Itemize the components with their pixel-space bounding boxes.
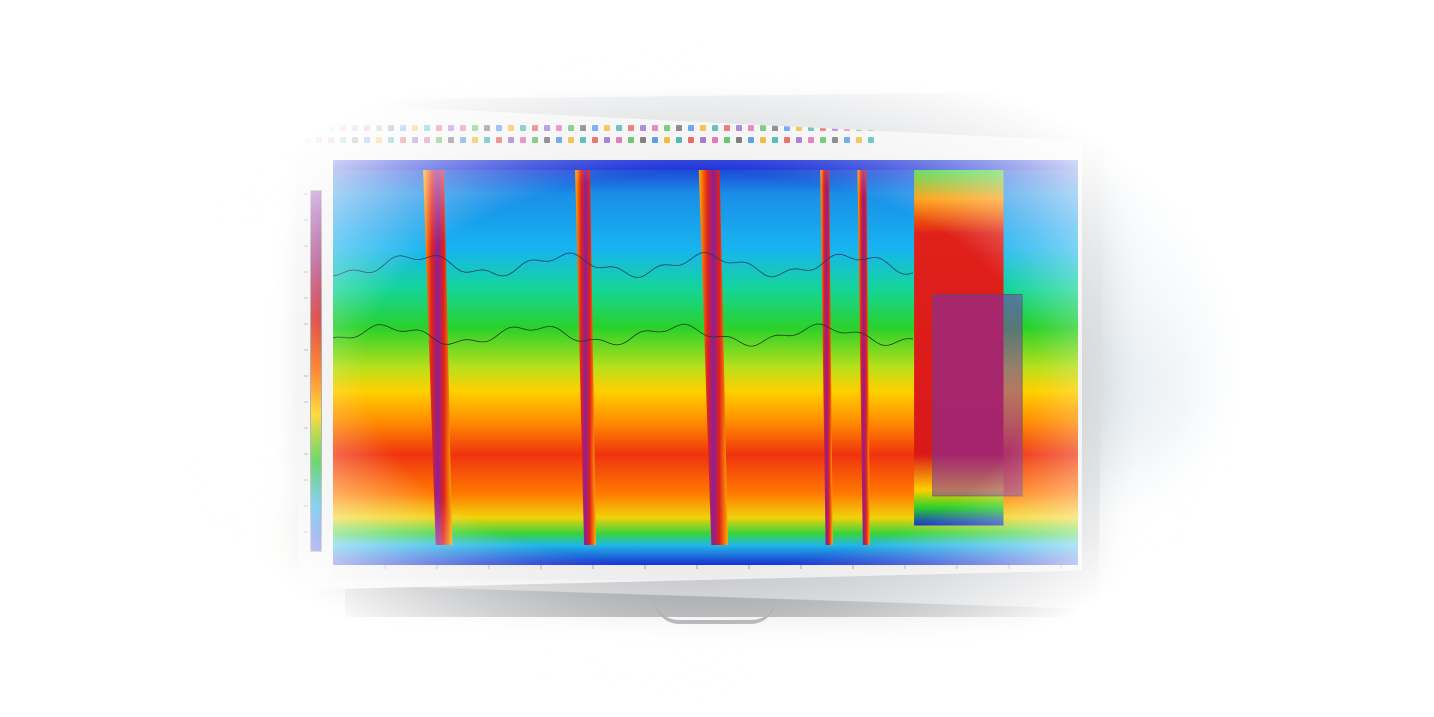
toolbar-button-icon[interactable] [760,125,766,131]
toolbar-button-icon[interactable] [688,137,694,143]
toolbar-button-icon[interactable] [712,125,718,131]
toolbar-button-icon[interactable] [412,137,418,143]
toolbar-button-icon[interactable] [328,137,334,143]
toolbar-button-icon[interactable] [376,125,382,131]
toolbar-button-icon[interactable] [700,137,706,143]
toolbar-labels [298,144,1082,152]
y-axis [304,193,308,533]
toolbar-button-icon[interactable] [400,137,406,143]
toolbar-button-icon[interactable] [640,137,646,143]
toolbar-button-icon[interactable] [364,125,370,131]
toolbar-button-icon[interactable] [352,137,358,143]
toolbar-button-icon[interactable] [556,125,562,131]
toolbar-button-icon[interactable] [448,137,454,143]
toolbar-button-icon[interactable] [736,137,742,143]
toolbar-button-icon[interactable] [460,125,466,131]
toolbar-button-icon[interactable] [784,137,790,143]
toolbar-button-icon[interactable] [724,137,730,143]
toolbar-button-icon[interactable] [604,137,610,143]
toolbar-button-icon[interactable] [676,137,682,143]
toolbar-button-icon[interactable] [484,137,490,143]
toolbar-button-icon[interactable] [376,137,382,143]
toolbar-button-icon[interactable] [352,125,358,131]
toolbar-button-icon[interactable] [652,137,658,143]
toolbar-button-icon[interactable] [592,125,598,131]
spectro-top-strip [333,160,1078,170]
toolbar-button-icon[interactable] [868,137,874,143]
toolbar-button-icon[interactable] [592,137,598,143]
toolbar-button-icon[interactable] [568,137,574,143]
toolbar-button-icon[interactable] [580,125,586,131]
toolbar-button-icon[interactable] [484,125,490,131]
toolbar-button-icon[interactable] [424,137,430,143]
toolbar-button-icon[interactable] [388,137,394,143]
toolbar-button-icon[interactable] [448,125,454,131]
toolbar-button-icon[interactable] [340,125,346,131]
toolbar-button-icon[interactable] [616,137,622,143]
toolbar-button-icon[interactable] [832,137,838,143]
toolbar-button-icon[interactable] [688,125,694,131]
monitor-stand [655,600,775,624]
toolbar-button-icon[interactable] [580,137,586,143]
toolbar-button-icon[interactable] [520,137,526,143]
monitor-screen [298,102,1082,590]
toolbar-button-icon[interactable] [748,137,754,143]
toolbar-button-icon[interactable] [676,125,682,131]
toolbar-button-icon[interactable] [520,125,526,131]
toolbar-button-icon[interactable] [844,137,850,143]
scene [0,0,1434,717]
toolbar-button-icon[interactable] [316,125,322,131]
toolbar-button-icon[interactable] [604,125,610,131]
toolbar-button-icon[interactable] [772,137,778,143]
toolbar-button-icon[interactable] [328,125,334,131]
toolbar-button-icon[interactable] [772,125,778,131]
toolbar-button-icon[interactable] [664,137,670,143]
toolbar-button-icon[interactable] [652,125,658,131]
toolbar-button-icon[interactable] [304,137,310,143]
toolbar-button-icon[interactable] [532,137,538,143]
toolbar-button-icon[interactable] [460,137,466,143]
toolbar-button-icon[interactable] [628,125,634,131]
toolbar-button-icon[interactable] [304,125,310,131]
color-scale-bar[interactable] [310,190,322,552]
toolbar-button-icon[interactable] [856,137,862,143]
toolbar-button-icon[interactable] [640,125,646,131]
analysis-overlay-box[interactable] [932,294,1023,497]
toolbar-button-icon[interactable] [712,137,718,143]
toolbar-button-icon[interactable] [544,125,550,131]
toolbar-button-icon[interactable] [472,137,478,143]
toolbar-button-icon[interactable] [724,125,730,131]
toolbar-button-icon[interactable] [436,137,442,143]
spectrogram-plot[interactable] [333,160,1078,580]
toolbar-button-icon[interactable] [472,125,478,131]
toolbar-button-icon[interactable] [700,125,706,131]
toolbar-button-icon[interactable] [748,125,754,131]
toolbar-button-icon[interactable] [508,137,514,143]
toolbar-button-icon[interactable] [364,137,370,143]
toolbar-button-icon[interactable] [496,137,502,143]
toolbar-button-icon[interactable] [628,137,634,143]
toolbar-button-icon[interactable] [496,125,502,131]
toolbar-button-icon[interactable] [316,137,322,143]
toolbar-button-icon[interactable] [760,137,766,143]
toolbar-button-icon[interactable] [808,137,814,143]
toolbar-button-icon[interactable] [388,125,394,131]
toolbar-button-icon[interactable] [820,137,826,143]
toolbar-button-icon[interactable] [544,137,550,143]
toolbar-button-icon[interactable] [736,125,742,131]
toolbar-button-icon[interactable] [556,137,562,143]
toolbar-button-icon[interactable] [412,125,418,131]
toolbar-button-icon[interactable] [664,125,670,131]
toolbar-button-icon[interactable] [508,125,514,131]
toolbar-button-icon[interactable] [796,137,802,143]
toolbar-button-icon[interactable] [436,125,442,131]
toolbar-button-icon[interactable] [424,125,430,131]
toolbar-button-icon[interactable] [340,137,346,143]
toolbar-button-icon[interactable] [400,125,406,131]
toolbar-button-icon[interactable] [616,125,622,131]
toolbar-button-icon[interactable] [568,125,574,131]
toolbar-button-icon[interactable] [532,125,538,131]
